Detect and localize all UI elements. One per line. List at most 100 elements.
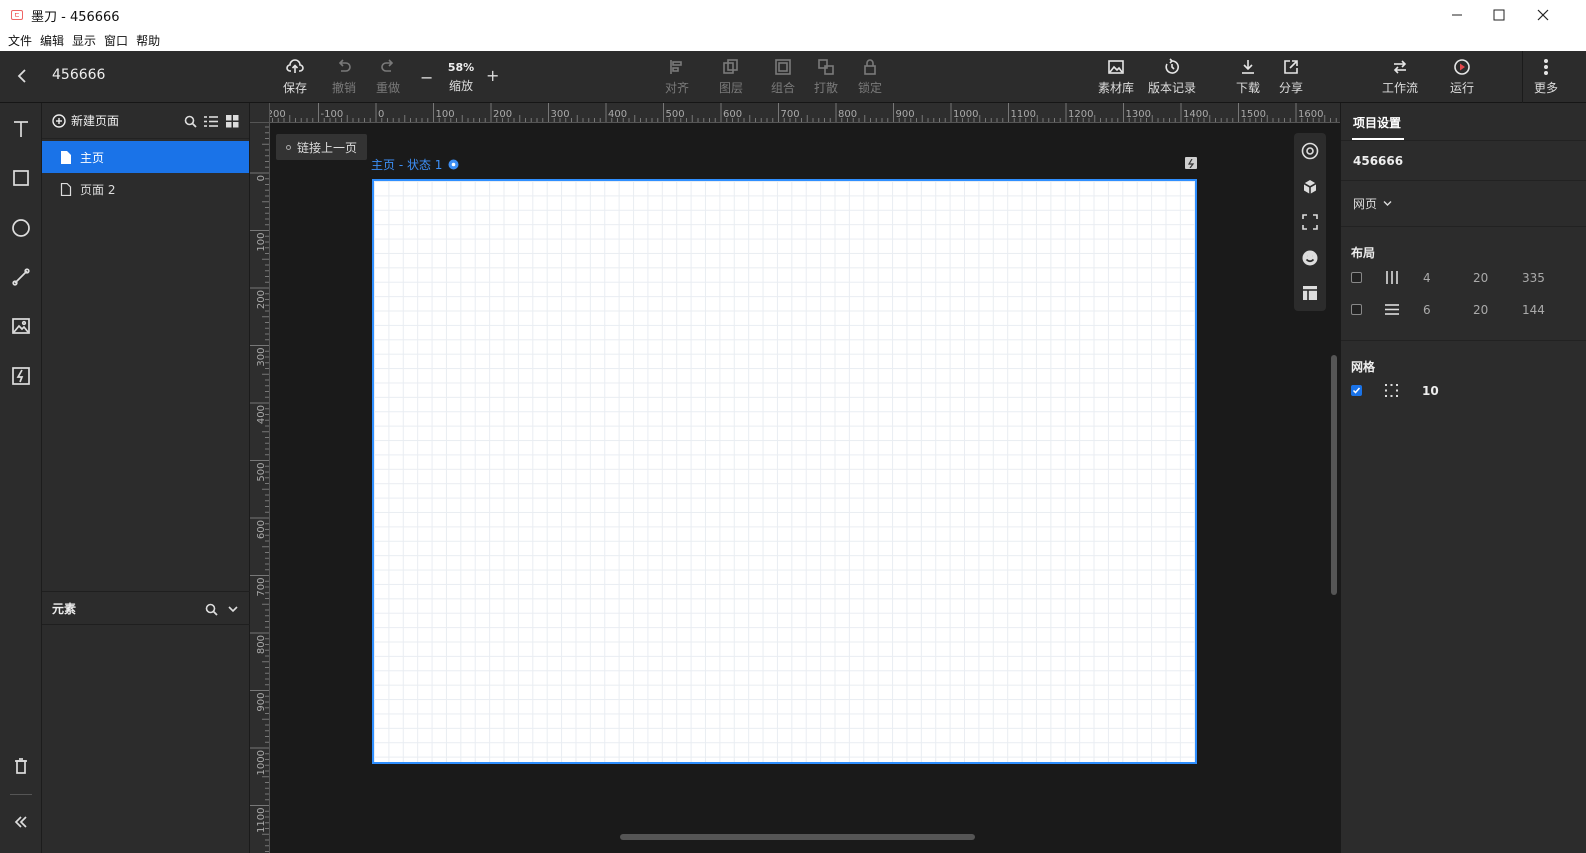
- target-icon[interactable]: [1301, 142, 1319, 160]
- group-button[interactable]: 组合: [768, 51, 798, 103]
- emoji-icon[interactable]: [1301, 249, 1319, 267]
- back-icon[interactable]: [14, 67, 32, 85]
- assets-button[interactable]: 素材库: [1096, 51, 1136, 103]
- columns-count[interactable]: 4: [1423, 271, 1431, 285]
- ruler-label: 500: [666, 109, 685, 120]
- more-vertical-icon: [1537, 58, 1555, 76]
- maximize-button[interactable]: [1476, 0, 1522, 30]
- columns-width[interactable]: 335: [1522, 271, 1545, 285]
- save-button[interactable]: 保存: [280, 51, 310, 103]
- floating-toolbar: [1294, 133, 1326, 311]
- cloud-upload-icon: [286, 58, 304, 76]
- menu-window[interactable]: 窗口: [104, 32, 128, 49]
- search-icon[interactable]: [205, 603, 218, 616]
- grid-view-icon[interactable]: [226, 115, 239, 128]
- page-item-home[interactable]: 主页: [42, 141, 249, 173]
- menu-file[interactable]: 文件: [8, 32, 32, 49]
- scan-frame-icon[interactable]: [1301, 213, 1319, 231]
- download-icon: [1239, 58, 1257, 76]
- menu-edit[interactable]: 编辑: [40, 32, 64, 49]
- menu-view[interactable]: 显示: [72, 32, 96, 49]
- canvas-area[interactable]: 链接上一页 主页 - 状态 1: [270, 123, 1340, 853]
- rows-count[interactable]: 6: [1423, 303, 1431, 317]
- ellipse-tool-icon[interactable]: [10, 217, 32, 239]
- artboard[interactable]: [372, 179, 1197, 764]
- columns-gutter[interactable]: 20: [1473, 271, 1488, 285]
- more-button[interactable]: 更多: [1530, 51, 1562, 103]
- line-tool-icon[interactable]: [10, 266, 32, 288]
- artboard-flash-icon[interactable]: [1185, 157, 1197, 169]
- run-button[interactable]: 运行: [1446, 51, 1478, 103]
- chevron-down-icon[interactable]: [227, 604, 239, 614]
- template-layout-icon[interactable]: [1301, 284, 1319, 302]
- add-circle-icon[interactable]: [52, 113, 66, 128]
- main-toolbar: 456666 保存 撤销 重做 − 58% 缩放 + 对齐 图层 组合 打散 锁…: [0, 51, 1586, 103]
- share-icon: [1282, 58, 1300, 76]
- app-logo-icon: ㄷ: [11, 10, 23, 20]
- layer-button[interactable]: 图层: [716, 51, 746, 103]
- zoom-in-button[interactable]: +: [486, 66, 499, 85]
- group-icon: [774, 58, 792, 76]
- undo-button[interactable]: 撤销: [329, 51, 359, 103]
- rows-checkbox[interactable]: [1351, 304, 1362, 315]
- menu-help[interactable]: 帮助: [136, 32, 160, 49]
- page-file-icon: [60, 182, 72, 196]
- zoom-out-button[interactable]: −: [420, 68, 433, 87]
- columns-checkbox[interactable]: [1351, 272, 1362, 283]
- ruler-corner: [250, 103, 270, 123]
- redo-button[interactable]: 重做: [373, 51, 403, 103]
- ruler-label: 1200: [1068, 109, 1093, 120]
- ruler-label: 400: [256, 405, 267, 424]
- toolbar-divider: [1522, 51, 1523, 103]
- image-tool-icon[interactable]: [10, 315, 32, 337]
- settings-tabs: 项目设置: [1341, 103, 1586, 141]
- close-window-button[interactable]: [1520, 0, 1566, 30]
- rows-gutter[interactable]: 20: [1473, 303, 1488, 317]
- interaction-tool-icon[interactable]: [10, 365, 32, 387]
- ruler-label: 500: [256, 463, 267, 482]
- rectangle-tool-icon[interactable]: [10, 167, 32, 189]
- ruler-label: 400: [608, 109, 627, 120]
- workflow-button[interactable]: 工作流: [1380, 51, 1420, 103]
- download-button[interactable]: 下载: [1233, 51, 1263, 103]
- component-cube-icon[interactable]: [1301, 178, 1319, 196]
- page-item-2[interactable]: 页面 2: [42, 173, 249, 205]
- ungroup-button[interactable]: 打散: [811, 51, 841, 103]
- ruler-label: 900: [256, 693, 267, 712]
- vertical-ruler-ticks: 0 100 200 300 400 500 600 700 800 900 1000 1100: [250, 126, 269, 852]
- project-name-field[interactable]: 456666: [1353, 154, 1403, 168]
- redo-icon: [379, 58, 397, 76]
- ruler-label: 1000: [256, 750, 267, 775]
- new-page-button[interactable]: 新建页面: [71, 112, 119, 129]
- elements-header: 元素: [42, 591, 250, 625]
- rows-height[interactable]: 144: [1522, 303, 1545, 317]
- ruler-label: -100: [321, 109, 344, 120]
- grid-section: 网格 10: [1341, 341, 1586, 411]
- link-prev-page-button[interactable]: 链接上一页: [276, 134, 368, 160]
- history-icon: [1163, 58, 1181, 76]
- horizontal-scrollbar[interactable]: [620, 834, 975, 840]
- vertical-scrollbar[interactable]: [1331, 355, 1337, 595]
- grid-size[interactable]: 10: [1422, 384, 1439, 398]
- grid-title: 网格: [1351, 360, 1376, 374]
- list-view-icon[interactable]: [204, 115, 218, 128]
- versions-button[interactable]: 版本记录: [1146, 51, 1198, 103]
- grid-checkbox[interactable]: [1351, 385, 1362, 396]
- lock-button[interactable]: 锁定: [855, 51, 885, 103]
- share-button[interactable]: 分享: [1276, 51, 1306, 103]
- device-select[interactable]: 网页: [1353, 195, 1392, 212]
- artboard-label[interactable]: 主页 - 状态 1: [371, 156, 459, 173]
- workflow-icon: [1391, 58, 1409, 76]
- trash-icon[interactable]: [10, 755, 32, 777]
- search-icon[interactable]: [184, 115, 197, 128]
- align-left-icon: [668, 58, 686, 76]
- tools-sidebar: [0, 103, 42, 853]
- tab-project-settings[interactable]: 项目设置: [1353, 114, 1401, 131]
- ruler-label: 700: [781, 109, 800, 120]
- align-button[interactable]: 对齐: [662, 51, 692, 103]
- text-tool-icon[interactable]: [10, 118, 32, 140]
- collapse-icon[interactable]: [10, 811, 32, 833]
- zoom-control[interactable]: 58% 缩放: [444, 51, 478, 103]
- state-gear-icon[interactable]: [448, 159, 459, 170]
- minimize-button[interactable]: [1434, 0, 1480, 30]
